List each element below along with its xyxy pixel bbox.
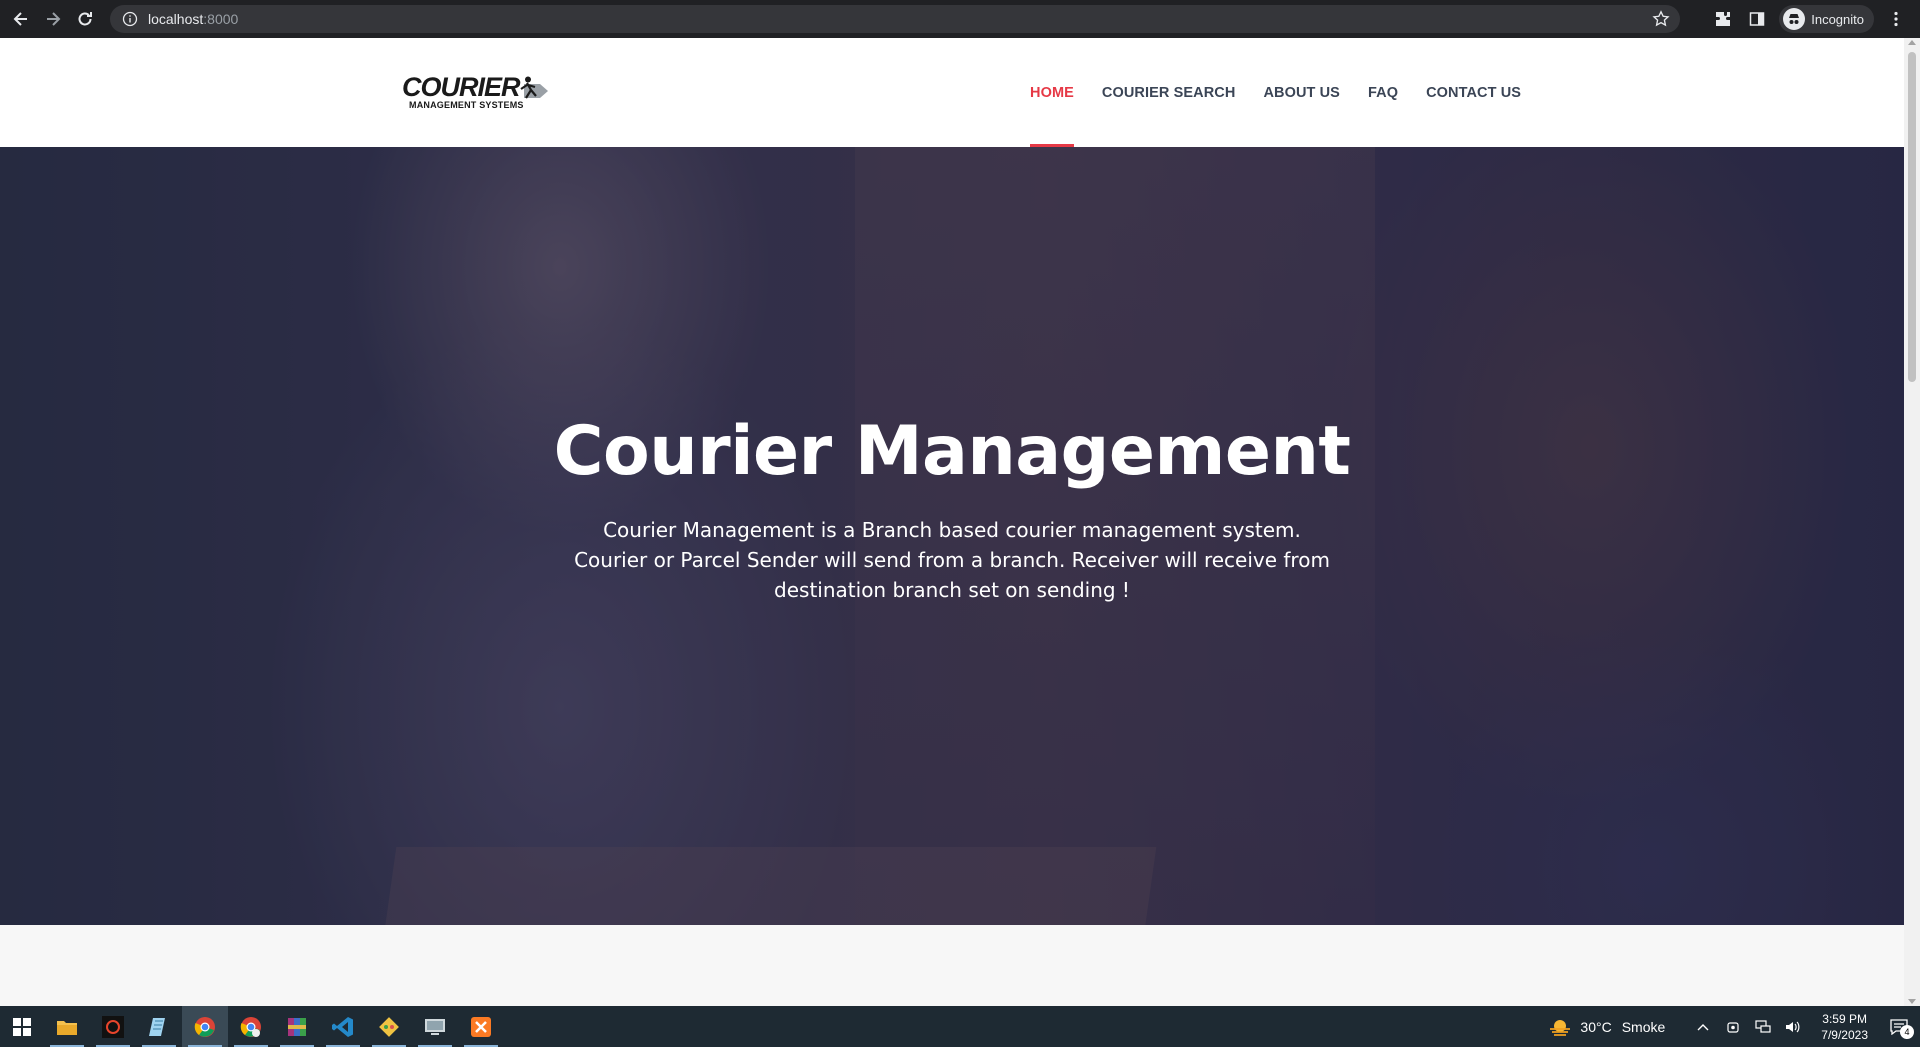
notepad-icon [149, 1017, 165, 1036]
reload-button[interactable] [70, 4, 100, 34]
nav-contact-us[interactable]: CONTACT US [1426, 38, 1521, 147]
notification-center-icon[interactable]: 4 [1886, 1017, 1914, 1039]
windows-taskbar: 30°C Smoke 3:59 PM 7/9/2023 4 [0, 1006, 1920, 1047]
windows-logo-icon [13, 1017, 31, 1036]
courier-runner-icon [520, 76, 548, 99]
taskbar-winrar[interactable] [274, 1006, 320, 1047]
logo-text: COURIER [402, 72, 521, 102]
taskbar-git-gui[interactable] [366, 1006, 412, 1047]
system-clock[interactable]: 3:59 PM 7/9/2023 [1821, 1011, 1868, 1043]
volume-icon[interactable] [1783, 1017, 1803, 1037]
windows-start-button[interactable] [0, 1006, 44, 1047]
extensions-icon[interactable] [1711, 7, 1735, 31]
back-button[interactable] [6, 4, 36, 34]
incognito-label: Incognito [1811, 11, 1864, 27]
hero-banner: Courier Management Courier Management is… [0, 147, 1904, 925]
scrollbar-thumb[interactable] [1908, 52, 1916, 382]
taskbar-file-explorer[interactable] [44, 1006, 90, 1047]
nav-home[interactable]: HOME [1030, 38, 1074, 147]
url-host: localhost [148, 11, 204, 27]
xampp-icon [471, 1016, 491, 1037]
bookmark-star-icon[interactable] [1652, 10, 1670, 28]
chrome-icon [194, 1016, 215, 1037]
reload-icon [78, 12, 92, 26]
hero-title: Courier Management [553, 412, 1351, 491]
network-icon[interactable] [1753, 1017, 1773, 1037]
meet-now-icon[interactable] [1723, 1017, 1743, 1037]
browser-toolbar: localhost:8000 Incognito [0, 0, 1920, 38]
scroll-up-arrow-icon[interactable] [1908, 40, 1916, 45]
monitor-icon [425, 1018, 445, 1035]
ryzen-master-icon [102, 1015, 124, 1038]
weather-condition: Smoke [1621, 1018, 1666, 1035]
folder-icon [57, 1020, 77, 1035]
page-scrollbar[interactable] [1904, 38, 1920, 1006]
forward-arrow-icon [47, 12, 61, 26]
chrome-profile-icon [240, 1016, 261, 1037]
taskbar-vs-code[interactable] [320, 1006, 366, 1047]
show-hidden-icons-chevron-icon[interactable] [1693, 1017, 1713, 1037]
incognito-icon [1783, 8, 1806, 30]
taskbar-ryzen-master[interactable] [90, 1006, 136, 1047]
address-bar[interactable]: localhost:8000 [110, 5, 1680, 33]
nav-courier-search[interactable]: COURIER SEARCH [1102, 38, 1236, 147]
weather-widget[interactable]: 30°C Smoke [1548, 1017, 1665, 1037]
clock-date: 7/9/2023 [1821, 1027, 1868, 1042]
taskbar-chrome[interactable] [182, 1006, 228, 1047]
nav-about-us[interactable]: ABOUT US [1263, 38, 1340, 147]
taskbar-notepad[interactable] [136, 1006, 182, 1047]
weather-haze-icon [1550, 1019, 1571, 1036]
page-viewport: COURIER MANAGEMENT SYSTEMS HOME COURIER … [0, 38, 1904, 1006]
site-logo[interactable]: COURIER MANAGEMENT SYSTEMS [400, 70, 552, 116]
taskbar-remote-desktop[interactable] [412, 1006, 458, 1047]
main-nav: HOME COURIER SEARCH ABOUT US FAQ CONTACT… [1030, 38, 1521, 147]
back-arrow-icon [13, 12, 27, 26]
clock-time: 3:59 PM [1822, 1011, 1867, 1026]
vs-code-icon [332, 1016, 353, 1037]
system-tray: 30°C Smoke 3:59 PM 7/9/2023 4 [1548, 1006, 1920, 1047]
browser-menu-icon[interactable] [1884, 7, 1908, 31]
taskbar-xampp[interactable] [458, 1006, 504, 1047]
weather-temperature: 30°C [1580, 1018, 1612, 1035]
winrar-icon [288, 1017, 306, 1036]
site-header: COURIER MANAGEMENT SYSTEMS HOME COURIER … [0, 38, 1904, 147]
notification-count-badge: 4 [1900, 1024, 1914, 1039]
incognito-profile-button[interactable]: Incognito [1779, 5, 1874, 33]
logo-subtext: MANAGEMENT SYSTEMS [409, 100, 524, 110]
info-icon[interactable] [122, 11, 138, 27]
scroll-down-arrow-icon[interactable] [1908, 999, 1916, 1004]
url-port: :8000 [203, 11, 239, 27]
forward-button[interactable] [38, 4, 68, 34]
nav-faq[interactable]: FAQ [1368, 38, 1398, 147]
hero-description: Courier Management is a Branch based cou… [574, 518, 1330, 602]
side-panel-icon[interactable] [1745, 7, 1769, 31]
git-gui-icon [379, 1016, 399, 1037]
taskbar-chrome-profile[interactable] [228, 1006, 274, 1047]
